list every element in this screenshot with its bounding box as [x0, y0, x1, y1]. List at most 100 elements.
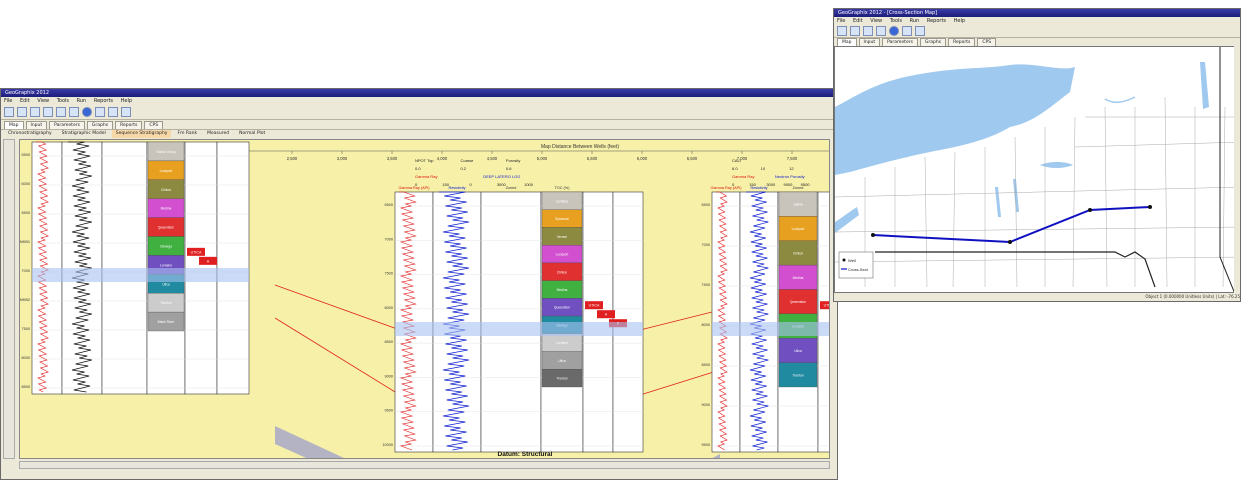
zone-label: Lorraine: [556, 341, 568, 345]
settings-icon[interactable]: [95, 107, 105, 117]
open-icon[interactable]: [17, 107, 27, 117]
tab-input[interactable]: Input: [25, 121, 48, 129]
save-icon[interactable]: [30, 107, 40, 117]
well-header-value: 10: [761, 166, 766, 171]
map-svg: Well Cross-Sect: [835, 47, 1240, 292]
datum-label: Datum: Structural: [498, 451, 553, 458]
well-correlation-band: [32, 268, 249, 282]
zone-label: Salina Group: [156, 150, 175, 154]
menu-run[interactable]: Run: [77, 98, 87, 104]
depth-label: 7500: [385, 272, 393, 276]
well-w1[interactable]: GR-B0.03.0200300300Gamma RayDPHINeutron …: [20, 140, 250, 395]
depth-label: 8000: [22, 356, 30, 360]
subtab-normal-plot[interactable]: Normal Plot: [235, 130, 269, 138]
well-marker-4[interactable]: [1148, 205, 1152, 209]
map-tabs: Map Input Parameters Graphs Reports CPS: [834, 38, 1240, 46]
state-border-east: [1219, 47, 1235, 292]
cross-section-window: GeoGraphix 2012 File Edit View Tools Run…: [0, 88, 838, 480]
tab-graphs[interactable]: Graphs: [86, 121, 114, 129]
map-menu-edit[interactable]: Edit: [853, 18, 863, 24]
map-canvas[interactable]: Well Cross-Sect: [834, 46, 1240, 293]
vertical-scrollbar[interactable]: [3, 139, 15, 459]
top-axis-tick-label: 4,000: [437, 156, 448, 161]
paste-icon[interactable]: [56, 107, 66, 117]
tab-cps[interactable]: CPS: [144, 121, 164, 129]
well-marker-1[interactable]: [871, 233, 875, 237]
map-zoom-icon[interactable]: [915, 26, 925, 36]
legend-well-label: Well: [848, 258, 856, 263]
subtab-measured[interactable]: Measured: [203, 130, 233, 138]
well-track-title: Resistivity: [750, 186, 767, 190]
map-tab-parameters[interactable]: Parameters: [882, 38, 918, 46]
menu-view[interactable]: View: [37, 98, 49, 104]
cross-section-line[interactable]: [872, 206, 1151, 244]
tab-map[interactable]: Map: [4, 121, 24, 129]
map-tab-cps[interactable]: CPS: [977, 38, 997, 46]
zoom-icon[interactable]: [108, 107, 118, 117]
subtab-stratigraphic-model[interactable]: Stratigraphic Model: [58, 130, 110, 138]
top-axis-tick-label: 3,500: [387, 156, 398, 161]
well-w2[interactable]: NPOT Top Coarse Porosity 0.0 0.2 0.6 Gamma Ray…: [382, 158, 644, 453]
print-icon[interactable]: [69, 107, 79, 117]
formation-pick-label: UTICA: [589, 304, 600, 308]
top-axis-tick-label: 5,500: [587, 156, 598, 161]
map-menu-tools[interactable]: Tools: [890, 18, 902, 24]
depth-label: 6500: [22, 211, 30, 215]
info-icon[interactable]: [82, 107, 92, 117]
zone-label: Medina: [161, 207, 172, 211]
well-track-title: Resistivity: [448, 186, 465, 190]
well-header-value: CALI: [732, 158, 741, 163]
depth-label: 7000: [702, 243, 710, 247]
map-tab-map[interactable]: Map: [837, 38, 857, 46]
map-tab-graphs[interactable]: Graphs: [919, 38, 947, 46]
map-print-icon[interactable]: [876, 26, 886, 36]
map-info-icon[interactable]: [889, 26, 899, 36]
depth-label: 9500: [702, 443, 710, 447]
well-track-title: TOC (%): [555, 186, 571, 190]
menu-edit[interactable]: Edit: [20, 98, 30, 104]
well-track-title: Zoned: [793, 186, 804, 190]
map-open-icon[interactable]: [850, 26, 860, 36]
tab-parameters[interactable]: Parameters: [49, 121, 85, 129]
well-marker-3[interactable]: [1088, 208, 1092, 212]
horizontal-scrollbar[interactable]: [19, 461, 830, 469]
map-menu-reports[interactable]: Reports: [927, 18, 946, 24]
map-window: GeoGraphix 2012 - [Cross-Section Map] Fi…: [833, 8, 1241, 302]
well-marker-2[interactable]: [1008, 240, 1012, 244]
cross-section-canvas[interactable]: Map Distance Between Wells (feet) 010,00…: [19, 139, 830, 459]
map-new-icon[interactable]: [837, 26, 847, 36]
well-header-value: 0: [470, 182, 473, 187]
zone-label: Lockport: [792, 227, 805, 231]
map-menu-file[interactable]: File: [837, 18, 845, 24]
map-menu-run[interactable]: Run: [910, 18, 920, 24]
finger-lake-1: [995, 187, 1001, 217]
map-save-icon[interactable]: [863, 26, 873, 36]
well-w3[interactable]: CALI6.0 10 12Gamma Ray Neutron Porosity0 150…: [702, 158, 830, 453]
menu-reports[interactable]: Reports: [94, 98, 113, 104]
map-stream: [1104, 96, 1136, 104]
subtab-fm-rank[interactable]: Fm Rank: [173, 130, 201, 138]
lake-erie: [835, 207, 859, 233]
map-menu-help[interactable]: Help: [954, 18, 965, 24]
subtab-chronostratigraphy[interactable]: Chronostratigraphy: [4, 130, 56, 138]
map-settings-icon[interactable]: [902, 26, 912, 36]
depth-label: 9000: [385, 374, 393, 378]
copy-icon[interactable]: [43, 107, 53, 117]
menu-help[interactable]: Help: [121, 98, 132, 104]
depth-label: 10000: [382, 443, 393, 447]
map-tab-reports[interactable]: Reports: [948, 38, 976, 46]
formation-pick-label: UTICA: [191, 250, 202, 254]
menu-tools[interactable]: Tools: [57, 98, 69, 104]
map-tab-input[interactable]: Input: [858, 38, 881, 46]
depth-label: 8500: [702, 363, 710, 367]
subtab-sequence-stratigraphy[interactable]: Sequence Stratigraphy: [111, 130, 172, 138]
new-icon[interactable]: [4, 107, 14, 117]
menu-file[interactable]: File: [4, 98, 12, 104]
map-menu-view[interactable]: View: [870, 18, 882, 24]
tab-reports[interactable]: Reports: [115, 121, 143, 129]
export-icon[interactable]: [121, 107, 131, 117]
zone-label: Camillus: [556, 199, 569, 203]
map-side-toolbar[interactable]: [1234, 46, 1240, 293]
depth-label: 7500: [22, 327, 30, 331]
correlation-line: [639, 369, 721, 396]
